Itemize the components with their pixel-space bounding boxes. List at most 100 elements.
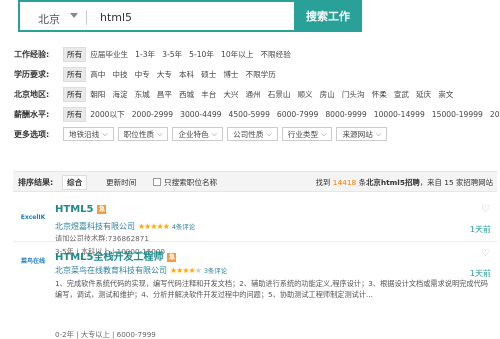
filter-option[interactable]: 石景山 [265,88,294,101]
filter-option[interactable]: 高中 [87,68,108,81]
filter-option[interactable]: 房山 [317,88,338,101]
filter-option[interactable]: 应届毕业生 [87,48,131,61]
dropdown-source[interactable]: 来源网站 ⌵ [336,127,388,141]
job-title-text: HTML5 [55,204,94,215]
filter-education: 学历要求: 所有 高中 中技 中专 大专 本科 硕士 博士 不限学历 [14,66,280,82]
filter-option[interactable]: 10年以上 [218,48,256,61]
filter-option[interactable]: 中专 [132,68,153,81]
star-rating: ★★★★★ [170,266,202,275]
filter-option[interactable]: 5-10年 [186,48,217,61]
company-logo: 菜鸟在线 [20,257,45,265]
result-count: 14418 [332,178,357,187]
sort-bar: 排序结果: 综合 更新时间 只搜索职位名称 找到 14418 条北京html5招… [13,171,497,192]
filter-option[interactable]: 中技 [109,68,130,81]
filter-option[interactable]: 2000-2999 [129,109,176,120]
job-item: 菜鸟在线 HTML5全栈开发工程师急 北京菜鸟在线教育科技有限公司 ★★★★★ 3条… [13,248,497,339]
chevron-down-icon[interactable] [70,13,78,18]
filter-option[interactable]: 所有 [63,86,87,102]
result-suffix: ，来自 15 家招聘网站 [419,178,493,187]
company-name[interactable]: 北京煜嘉科技有限公司 ★★★★★ 4条评论 [55,221,195,232]
dropdown-company-type[interactable]: 公司性质 ⌵ [227,127,278,141]
only-title-checkbox[interactable] [153,178,161,186]
heart-icon[interactable]: ♡ [481,204,491,215]
filter-option[interactable]: 怀柔 [369,88,390,101]
urgent-badge: 急 [167,253,177,262]
star-rating: ★★★★★ [138,222,170,231]
filter-option[interactable]: 朝阳 [87,88,108,101]
chevron-down-icon: ⌵ [266,129,272,138]
heart-icon[interactable]: ♡ [481,248,491,259]
dropdown-industry[interactable]: 行业类型 ⌵ [281,127,333,141]
filter-option[interactable]: 硕士 [198,68,219,81]
filter-label: 更多选项: [14,129,50,139]
company-logo: ExcelIK [20,213,46,221]
filter-option[interactable]: 大兴 [220,88,241,101]
filter-option[interactable]: 6000-7999 [274,109,321,120]
filter-option[interactable]: 所有 [63,46,87,62]
filter-option[interactable]: 顺义 [294,88,315,101]
sort-default-button[interactable]: 综合 [62,175,88,190]
filter-option[interactable]: 丰台 [198,88,219,101]
filter-option[interactable]: 门头沟 [339,88,368,101]
filter-option[interactable]: 崇文 [435,88,456,101]
job-title-text: HTML5全栈开发工程师 [55,252,164,263]
job-description: 1、完成软件系统代码的实现，编写代码注释和开发文档；2、辅助进行系统的功能定义,… [55,279,488,299]
stars-on: ★★★★ [170,266,196,275]
company-name-text: 北京煜嘉科技有限公司 [55,222,135,231]
dropdown-label: 公司性质 [233,129,264,139]
sort-time-button[interactable]: 更新时间 [106,177,136,188]
dropdown-subway[interactable]: 地铁沿线 ⌵ [63,127,114,141]
filter-label: 北京地区: [14,89,50,99]
filter-option[interactable]: 本科 [176,68,197,81]
filter-option[interactable]: 3-5年 [159,48,185,61]
job-title[interactable]: HTML5全栈开发工程师急 [55,248,177,263]
urgent-badge: 急 [97,205,107,214]
filter-option[interactable]: 8000-9999 [322,109,369,120]
stars-on: ★★★★★ [138,222,170,231]
filter-option[interactable]: 海淀 [109,88,130,101]
filter-option[interactable]: 通州 [243,88,264,101]
dropdown-company-feature[interactable]: 企业特色 ⌵ [172,127,224,141]
filter-option[interactable]: 大专 [154,68,175,81]
filter-option[interactable]: 博士 [220,68,241,81]
filter-district: 北京地区: 所有 朝阳 海淀 东城 昌平 西城 丰台 大兴 通州 石景山 顺义 … [14,86,457,102]
search-input[interactable] [100,8,300,27]
filter-option[interactable]: 15000-19999 [429,109,486,120]
filter-salary: 薪酬水平: 所有 2000以下 2000-2999 3000-4499 4500… [14,106,500,122]
filter-option[interactable]: 不限学历 [243,68,279,81]
stars-off: ★ [194,266,202,275]
filter-option[interactable]: 3000-4499 [177,109,224,120]
filter-option[interactable]: 西城 [176,88,197,101]
dropdown-label: 企业特色 [178,129,209,139]
review-count[interactable]: 3条评论 [204,267,227,275]
chevron-down-icon: ⌵ [375,129,382,138]
filter-option[interactable]: 所有 [63,66,87,82]
sort-label: 排序结果: [18,178,54,187]
divider [86,10,87,25]
only-title-label: 只搜索职位名称 [164,178,218,187]
company-name[interactable]: 北京菜鸟在线教育科技有限公司 ★★★★★ 3条评论 [55,265,227,276]
filter-option[interactable]: 4500-5999 [226,109,273,120]
city-selector[interactable]: 北京 [38,11,60,27]
filter-option[interactable]: 不限经验 [257,48,293,61]
dropdown-label: 行业类型 [287,129,319,139]
dropdown-label: 职位性质 [123,129,155,139]
dropdown-job-type[interactable]: 职位性质 ⌵ [117,127,169,141]
dropdown-label: 地铁沿线 [69,129,100,139]
search-button[interactable]: 搜索工作 [294,0,362,32]
filter-option[interactable]: 1-3年 [132,48,158,61]
filter-option[interactable]: 东城 [132,88,153,101]
filter-option[interactable]: 所有 [63,106,87,122]
filter-option[interactable]: 20000- [487,109,500,120]
review-count[interactable]: 4条评论 [172,223,195,231]
job-title[interactable]: HTML5 急 [55,204,107,215]
job-contact: 请加公司技术群:736862871 [55,234,149,243]
result-mid: 条 [358,178,367,187]
filter-option[interactable]: 昌平 [154,88,175,101]
filter-label: 学历要求: [14,69,50,79]
filter-option[interactable]: 10000-14999 [371,109,428,120]
filter-option[interactable]: 宣武 [391,88,412,101]
filter-option[interactable]: 延庆 [413,88,434,101]
filter-option[interactable]: 2000以下 [87,108,128,121]
divider [13,241,497,242]
